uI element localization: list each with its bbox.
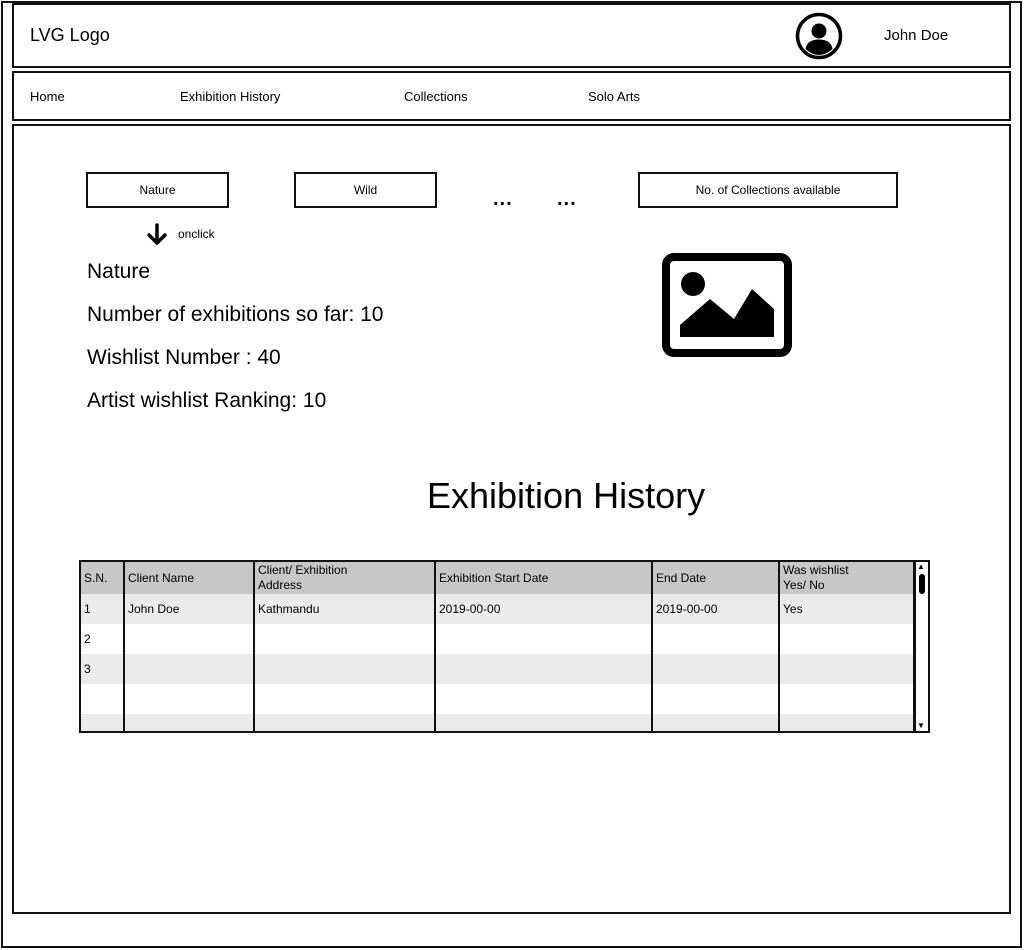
table-cell	[254, 624, 436, 654]
table-row[interactable]: 2	[81, 624, 913, 654]
table-cell	[779, 684, 913, 714]
table-cell	[652, 654, 780, 684]
table-cell	[254, 684, 436, 714]
nav-exhibition-history[interactable]: Exhibition History	[180, 89, 280, 104]
arrow-down-icon	[147, 223, 167, 245]
table-cell	[254, 714, 436, 731]
table-scrollbar[interactable]: ▲ ▼	[914, 560, 930, 733]
nav-collections[interactable]: Collections	[404, 89, 468, 104]
user-name[interactable]: John Doe	[884, 27, 948, 44]
scroll-thumb[interactable]	[919, 574, 925, 594]
table-cell: 2	[81, 624, 125, 654]
collection-name: Nature	[87, 260, 151, 283]
table-cell	[124, 714, 255, 731]
table-cell	[779, 654, 913, 684]
table-row[interactable]: 1 John Doe Kathmandu 2019-00-00 2019-00-…	[81, 594, 913, 624]
table-cell	[435, 684, 653, 714]
table-cell	[81, 684, 125, 714]
column-header-end-date[interactable]: End Date	[652, 562, 780, 594]
table-row[interactable]: 3	[81, 654, 913, 684]
exhibitions-count: Number of exhibitions so far: 10	[87, 303, 384, 326]
column-header-address[interactable]: Client/ Exhibition Address	[254, 562, 436, 594]
table-cell	[435, 654, 653, 684]
nav-home[interactable]: Home	[30, 89, 65, 104]
nav-solo-arts[interactable]: Solo Arts	[588, 89, 640, 104]
table-cell	[652, 624, 780, 654]
more-collections-ellipsis: ...	[493, 188, 513, 210]
table-cell	[435, 624, 653, 654]
table-cell	[124, 624, 255, 654]
logo[interactable]: LVG Logo	[30, 25, 110, 46]
table-header-row: S.N. Client Name Client/ Exhibition Addr…	[81, 562, 913, 594]
table-cell	[254, 654, 436, 684]
table-row[interactable]	[81, 714, 913, 731]
column-header-wishlist[interactable]: Was wishlist Yes/ No	[779, 562, 913, 594]
exhibition-history-table: S.N. Client Name Client/ Exhibition Addr…	[79, 560, 915, 733]
collection-tab-nature[interactable]: Nature	[86, 172, 229, 208]
main-content: Nature Wild ... ... No. of Collections a…	[12, 124, 1011, 914]
table-cell	[124, 654, 255, 684]
table-cell	[81, 714, 125, 731]
wishlist-number: Wishlist Number : 40	[87, 346, 281, 369]
table-cell: 2019-00-00	[652, 594, 780, 624]
exhibition-history-title: Exhibition History	[427, 475, 706, 516]
table-cell	[779, 714, 913, 731]
table-cell: 1	[81, 594, 125, 624]
column-header-client-name[interactable]: Client Name	[124, 562, 255, 594]
table-cell	[652, 714, 780, 731]
collections-count-button[interactable]: No. of Collections available	[638, 172, 898, 208]
table-cell	[779, 624, 913, 654]
table-cell: Yes	[779, 594, 913, 624]
table-cell	[435, 714, 653, 731]
user-avatar-icon[interactable]	[795, 12, 843, 60]
table-cell	[124, 684, 255, 714]
collection-tab-wild[interactable]: Wild	[294, 172, 437, 208]
table-cell: 2019-00-00	[435, 594, 653, 624]
table-row[interactable]	[81, 684, 913, 714]
table-cell: 3	[81, 654, 125, 684]
table-cell: John Doe	[124, 594, 255, 624]
scroll-down-icon[interactable]: ▼	[917, 722, 925, 730]
scroll-up-icon[interactable]: ▲	[917, 563, 925, 571]
column-header-start-date[interactable]: Exhibition Start Date	[435, 562, 653, 594]
nav-bar: Home Exhibition History Collections Solo…	[12, 71, 1011, 121]
column-header-sn[interactable]: S.N.	[81, 562, 125, 594]
table-cell	[652, 684, 780, 714]
onclick-note: onclick	[178, 227, 215, 241]
image-placeholder-icon	[662, 253, 792, 357]
more-collections-ellipsis: ...	[557, 188, 577, 210]
artist-wishlist-ranking: Artist wishlist Ranking: 10	[87, 389, 327, 412]
table-cell: Kathmandu	[254, 594, 436, 624]
header: LVG Logo John Doe	[12, 3, 1011, 68]
